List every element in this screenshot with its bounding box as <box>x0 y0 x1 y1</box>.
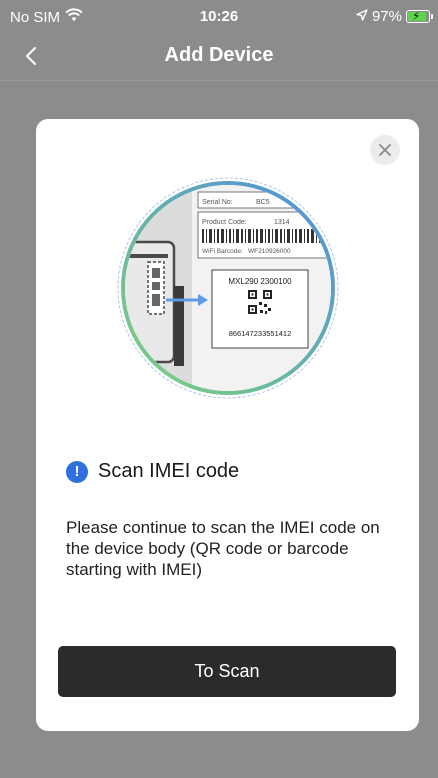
to-scan-button[interactable]: To Scan <box>58 646 396 697</box>
exclamation-circle-icon: ! <box>66 460 88 483</box>
info-row: ! Scan IMEI code <box>66 460 239 483</box>
nav-divider <box>0 80 438 81</box>
dialog-description: Please continue to scan the IMEI code on… <box>66 518 380 579</box>
status-right: 97% ⚡ <box>356 8 433 25</box>
imei-number: 866147233551412 <box>229 329 292 338</box>
battery-percent: 97% <box>371 8 402 25</box>
device-label-illustration: Serial No: BC5 Product Code: 1314 WiFi B… <box>117 177 339 399</box>
serial-label: Serial No: <box>202 199 233 206</box>
close-button[interactable] <box>370 135 400 165</box>
scan-imei-dialog: Serial No: BC5 Product Code: 1314 WiFi B… <box>36 119 419 731</box>
serial-value: BC5 <box>256 199 270 206</box>
wifi-barcode-label: WiFi Barcode: <box>202 248 243 255</box>
dialog-title: Scan IMEI code <box>98 460 240 482</box>
qr-code-icon <box>248 290 272 314</box>
model-text: MXL290 2300100 <box>228 277 292 286</box>
status-bar: No SIM 10:26 97% ⚡ <box>0 0 438 34</box>
bolt-icon: ⚡ <box>412 9 421 23</box>
nav-bar: Add Device <box>0 34 438 78</box>
product-code-label: Product Code: <box>202 219 247 226</box>
battery-cap <box>431 14 433 19</box>
close-icon <box>379 144 391 156</box>
product-code-value: 1314 <box>274 219 290 226</box>
battery-charging-icon: ⚡ <box>406 9 433 23</box>
wifi-barcode-value: WF210926000 <box>248 248 291 255</box>
location-arrow-icon <box>356 8 368 25</box>
page-title: Add Device <box>164 44 274 66</box>
